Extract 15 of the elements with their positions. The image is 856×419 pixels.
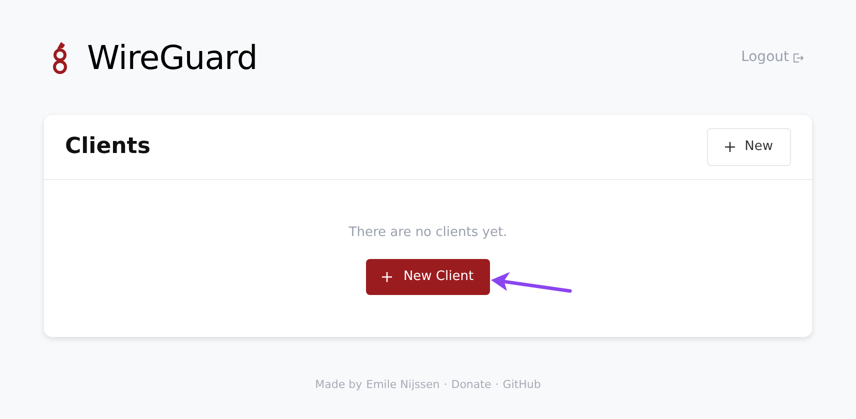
plus-icon	[724, 142, 735, 152]
footer-link[interactable]: GitHub	[502, 377, 541, 394]
footer-link[interactable]: Emile Nijssen	[366, 377, 440, 394]
empty-message: There are no clients yet.	[348, 224, 508, 242]
separator-dot: ·	[495, 377, 499, 393]
new-button[interactable]: New	[706, 128, 791, 166]
logout-icon	[793, 52, 804, 62]
logout-link[interactable]: Logout	[741, 47, 804, 68]
plus-icon	[382, 272, 392, 282]
card-title: Clients	[65, 134, 150, 160]
new-client-button[interactable]: New Client	[366, 258, 490, 294]
app-title: WireGuard	[87, 36, 258, 79]
footer-link[interactable]: Donate	[451, 377, 492, 394]
footer-text: Made by	[315, 377, 362, 393]
separator-dot: ·	[444, 377, 448, 393]
